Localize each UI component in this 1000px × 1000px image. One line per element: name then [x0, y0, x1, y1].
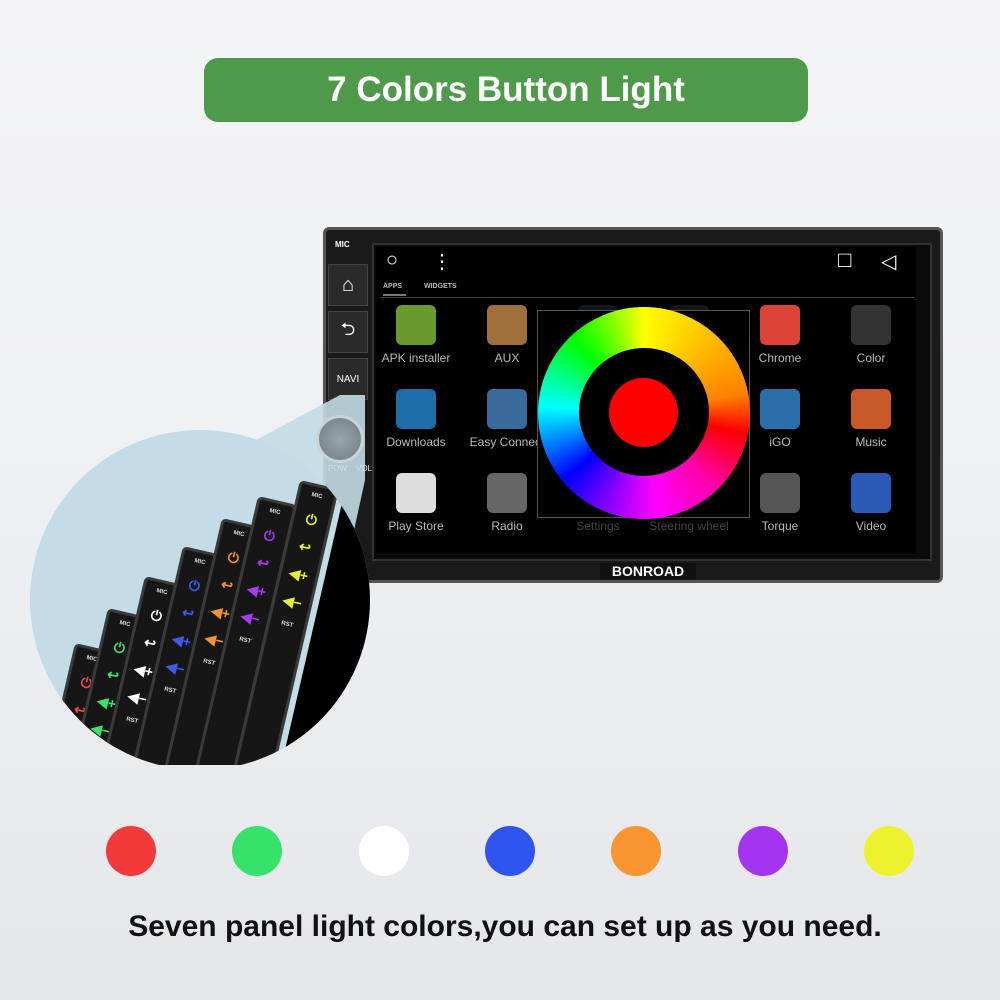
app-label: Radio [491, 519, 523, 533]
power-icon: ⏻ [112, 638, 127, 657]
back-button[interactable]: ⮌ [328, 311, 368, 353]
panel-rst-label: RST [202, 658, 216, 668]
app-label: Video [855, 519, 887, 533]
app-icon[interactable]: Video [826, 473, 916, 533]
app-icon-image [851, 305, 891, 345]
panel-mic-label: MIC [310, 492, 323, 501]
app-label: Downloads [386, 435, 446, 449]
tab-widgets[interactable]: WIDGETS [424, 283, 457, 290]
more-vert-icon[interactable]: ⋮ [432, 249, 452, 274]
app-label: Music [855, 435, 887, 449]
app-icon[interactable]: Music [826, 389, 916, 449]
panel-rst-label: RST [280, 620, 294, 630]
app-label: Play Store [388, 519, 444, 533]
home-icon: ⌂ [341, 273, 355, 296]
volume-up-icon: ◀+ [209, 602, 232, 623]
divider [380, 297, 915, 298]
back-icon: ↩ [219, 575, 235, 594]
back-icon: ↩ [297, 537, 313, 556]
color-swatch [611, 826, 662, 876]
volume-down-icon: ◀− [203, 629, 226, 650]
circle-home-icon[interactable]: ○ [386, 249, 398, 272]
power-icon: ⏻ [262, 526, 277, 545]
volume-up-icon: ◀+ [245, 580, 268, 601]
volume-up-icon: ◀+ [287, 564, 310, 585]
volume-down-icon: ◀− [164, 657, 187, 678]
back-icon: ↩ [180, 603, 196, 622]
color-swatch [737, 826, 788, 876]
color-swatch [232, 826, 283, 876]
panel-rst-label: RST [125, 716, 139, 726]
caption: Seven panel light colors,you can set up … [128, 910, 882, 943]
volume-down-icon: ◀− [239, 607, 262, 628]
navi-button[interactable]: NAVI [328, 358, 368, 400]
panel-rst-label: RST [88, 748, 102, 758]
app-label: APK installer [381, 351, 451, 365]
panel-mic-label: MIC [118, 620, 131, 629]
tab-apps[interactable]: APPS [383, 283, 407, 296]
back-icon: ↩ [105, 665, 121, 684]
volume-down-icon: ◀− [281, 591, 304, 612]
app-label: Settings [576, 519, 620, 533]
app-icon-image [760, 305, 800, 345]
app-icon-image [396, 305, 436, 345]
triangle-back-icon[interactable]: ◁ [881, 249, 896, 274]
app-icon-image [487, 305, 527, 345]
app-icon-image [487, 473, 527, 513]
app-label: Torque [761, 519, 799, 533]
back-icon: ↩ [255, 553, 271, 572]
volume-up-icon: ◀+ [132, 660, 155, 681]
square-recents-icon[interactable]: □ [838, 247, 851, 273]
volume-down-icon: ◀− [126, 687, 149, 708]
volume-up-icon: ◀+ [170, 630, 193, 651]
color-swatch [863, 826, 914, 876]
home-button[interactable]: ⌂ [328, 264, 368, 306]
navi-label: NAVI [336, 373, 360, 385]
color-swatch [106, 826, 156, 876]
power-icon: ⏻ [304, 510, 319, 529]
app-label: Color [856, 351, 886, 365]
title: 7 Colors Button Light [327, 70, 685, 109]
panel-rst-label: RST [163, 686, 177, 696]
power-icon: ⏻ [149, 606, 164, 625]
app-icon-image [851, 473, 891, 513]
panel-mic-label: MIC [193, 558, 206, 567]
color-swatch [358, 826, 409, 876]
brand-logo: BONROAD [600, 563, 696, 579]
panel-rst-label: RST [238, 636, 252, 646]
power-icon: ⏻ [226, 548, 241, 567]
panel-mic-label: MIC [232, 530, 245, 539]
color-swatch [484, 826, 535, 876]
app-icon-image [487, 389, 527, 429]
selected-color-preview [609, 378, 678, 447]
app-icon-image [396, 389, 436, 429]
app-label: Steering wheel [649, 519, 729, 533]
app-icon[interactable]: APK installer [371, 305, 461, 365]
back-icon: ↩ [142, 633, 158, 652]
app-icon-image [396, 473, 436, 513]
app-icon-image [760, 389, 800, 429]
title-banner: 7 Colors Button Light [204, 58, 808, 122]
app-icon-image [851, 389, 891, 429]
app-icon[interactable]: Downloads [371, 389, 461, 449]
power-icon: ⏻ [187, 576, 202, 595]
app-icon-image [760, 473, 800, 513]
panel-mic-label: MIC [155, 588, 168, 597]
panel-mic-label: MIC [268, 508, 281, 517]
back-icon: ⮌ [340, 319, 356, 339]
app-icon[interactable]: Play Store [371, 473, 461, 533]
panel-zoom-bubble: MIC ⏻ ↩ ◀+ ◀− RST MIC ⏻ ↩ ◀+ ◀− RST MIC ⏻ ↩ ◀+ ◀− RST MIC ⏻… [30, 395, 370, 765]
app-icon[interactable]: Color [826, 305, 916, 365]
